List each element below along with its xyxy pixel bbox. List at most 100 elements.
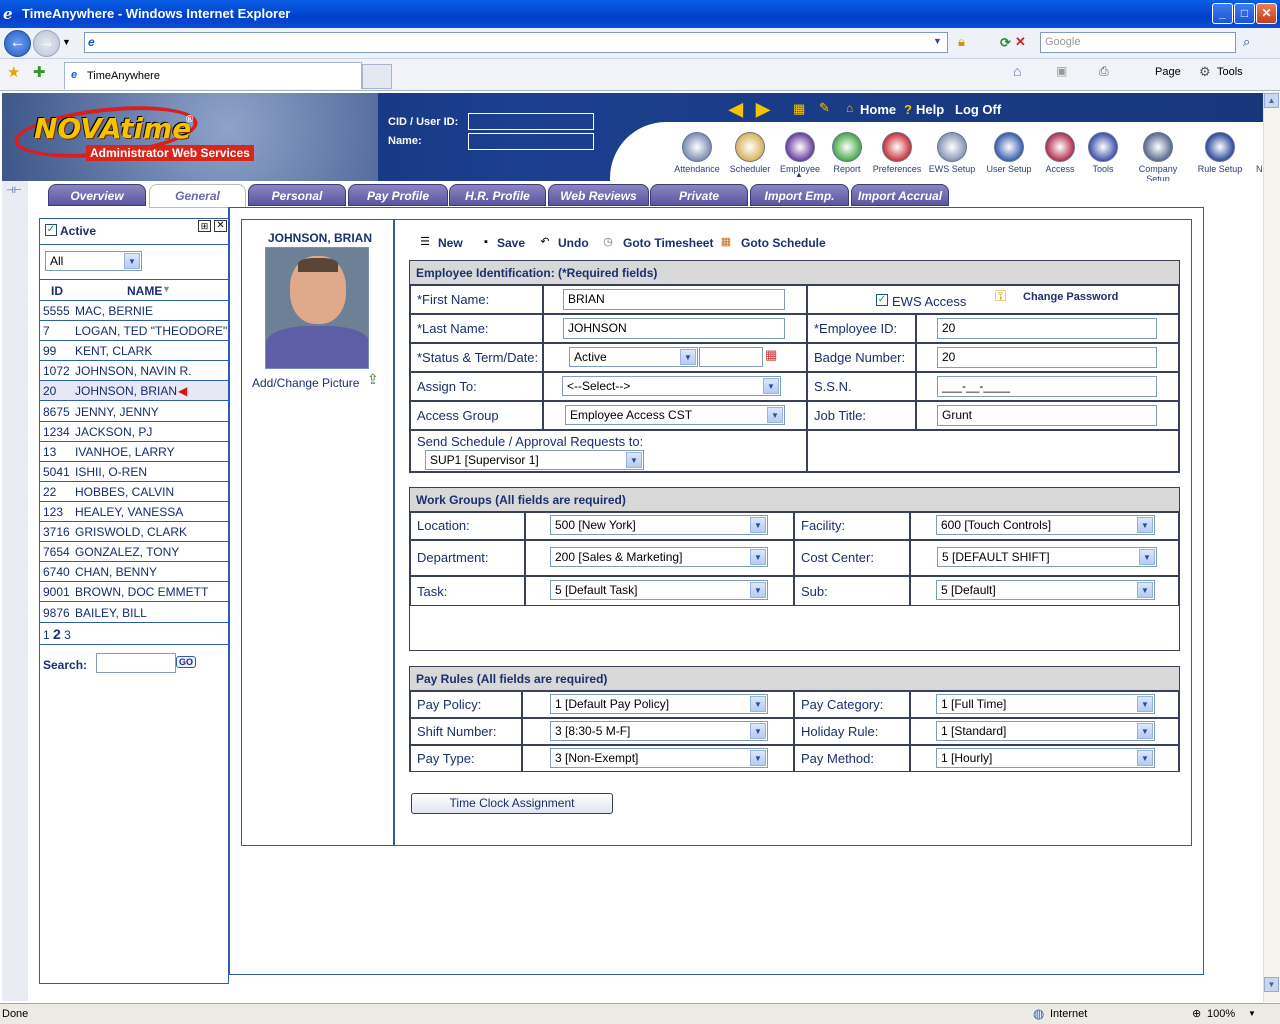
- tab-general[interactable]: General: [149, 184, 246, 208]
- employee-row[interactable]: 3716 GRISWOLD, CLARK: [40, 522, 228, 543]
- edit-icon[interactable]: ✎: [819, 100, 830, 116]
- change-password-link[interactable]: Change Password: [1023, 291, 1118, 303]
- goto-schedule-button[interactable]: Goto Schedule: [741, 236, 826, 250]
- new-tab-button[interactable]: [362, 64, 392, 89]
- search-icon[interactable]: ⌕: [1243, 34, 1250, 50]
- ews-access-checkbox[interactable]: ✓: [876, 294, 888, 306]
- cost-center-select[interactable]: 5 [DEFAULT SHIFT] ▼: [937, 547, 1157, 567]
- access-group-select[interactable]: Employee Access CST ▼: [565, 405, 785, 425]
- feeds-icon[interactable]: ▣: [1056, 64, 1067, 78]
- new-button[interactable]: New: [438, 236, 463, 250]
- employee-row[interactable]: 13 IVANHOE, LARRY: [40, 442, 228, 462]
- time-clock-assignment-button[interactable]: Time Clock Assignment: [411, 793, 613, 814]
- tab-overview[interactable]: Overview: [48, 184, 146, 206]
- page-menu[interactable]: Page: [1155, 66, 1181, 78]
- employee-row[interactable]: 22 HOBBES, CALVIN: [40, 482, 228, 502]
- last-name-input[interactable]: JOHNSON: [563, 318, 785, 339]
- grid-icon[interactable]: ▦: [793, 101, 805, 117]
- tab-h-r-profile[interactable]: H.R. Profile: [449, 184, 546, 206]
- undo-button[interactable]: Undo: [558, 236, 589, 250]
- back-button[interactable]: ←: [4, 30, 31, 57]
- print-icon[interactable]: ⎙: [1099, 64, 1109, 79]
- upload-picture-icon[interactable]: ⇪: [367, 371, 379, 388]
- add-favorites-icon[interactable]: ✚: [33, 63, 46, 81]
- assign-to-select[interactable]: <--Select--> ▼: [562, 376, 781, 396]
- tab-import-emp[interactable]: Import Emp.: [750, 184, 849, 206]
- attendance-icon[interactable]: [682, 132, 712, 162]
- forward-button[interactable]: →: [33, 30, 60, 57]
- shift-number-select[interactable]: 3 [8:30-5 M-F] ▼: [550, 721, 768, 741]
- maximize-button[interactable]: □: [1234, 3, 1255, 24]
- pay-type-select[interactable]: 3 [Non-Exempt] ▼: [550, 748, 768, 768]
- module-label-rule-setup[interactable]: Rule Setup: [1190, 164, 1250, 174]
- first-name-input[interactable]: BRIAN: [563, 289, 785, 310]
- tools-gear-icon[interactable]: ⚙: [1199, 64, 1211, 80]
- department-select[interactable]: 200 [Sales & Marketing] ▼: [550, 547, 768, 567]
- zoom-dropdown-icon[interactable]: ▼: [1248, 1009, 1256, 1018]
- send-schedule-select[interactable]: SUP1 [Supervisor 1] ▼: [425, 450, 644, 470]
- lock-icon[interactable]: 🔒︎: [958, 34, 965, 50]
- scroll-up-icon[interactable]: ▲: [1264, 93, 1279, 108]
- address-dropdown-icon[interactable]: ▼: [933, 36, 942, 46]
- help-link[interactable]: Help: [916, 102, 944, 117]
- location-select[interactable]: 500 [New York] ▼: [550, 515, 768, 535]
- tools-menu[interactable]: Tools: [1217, 66, 1243, 78]
- status-select[interactable]: Active ▼: [569, 347, 698, 367]
- zoom-level[interactable]: 100%: [1207, 1008, 1235, 1020]
- employee-id-input[interactable]: 20: [937, 318, 1157, 339]
- page-scrollbar[interactable]: [1263, 92, 1280, 1002]
- pay-method-select[interactable]: 1 [Hourly] ▼: [936, 748, 1155, 768]
- tools-icon[interactable]: [1088, 132, 1118, 162]
- facility-select[interactable]: 600 [Touch Controls] ▼: [936, 515, 1155, 535]
- id-column-header[interactable]: ID: [51, 284, 63, 298]
- tab-web-reviews[interactable]: Web Reviews: [548, 184, 649, 206]
- collapse-rail-icon[interactable]: ⊣⊢: [6, 185, 22, 196]
- pin-icon[interactable]: ⊞: [198, 220, 211, 232]
- employee-row[interactable]: 1072 JOHNSON, NAVIN R.: [40, 361, 228, 382]
- refresh-icon[interactable]: ⟳: [1000, 35, 1011, 51]
- rule-setup-icon[interactable]: [1205, 132, 1235, 162]
- close-panel-icon[interactable]: ✕: [214, 220, 227, 232]
- home-link[interactable]: Home: [860, 102, 896, 117]
- employee-row[interactable]: 8675 JENNY, JENNY: [40, 402, 228, 422]
- employee-row[interactable]: 99 KENT, CLARK: [40, 341, 228, 362]
- task-select[interactable]: 5 [Default Task] ▼: [550, 580, 768, 600]
- page-link-1[interactable]: 1: [43, 628, 50, 642]
- ews-setup-icon[interactable]: [937, 132, 967, 162]
- close-window-button[interactable]: ✕: [1256, 3, 1277, 24]
- employee-row[interactable]: 5041 ISHII, O-REN: [40, 462, 228, 482]
- save-button[interactable]: Save: [497, 236, 525, 250]
- scheduler-icon[interactable]: [735, 132, 765, 162]
- browser-tab-timeanywhere[interactable]: e TimeAnywhere: [64, 62, 362, 89]
- term-date-input[interactable]: [699, 347, 763, 367]
- tab-pay-profile[interactable]: Pay Profile: [348, 184, 448, 206]
- employee-row[interactable]: 7 LOGAN, TED "THEODORE": [40, 321, 228, 342]
- pay-category-select[interactable]: 1 [Full Time] ▼: [936, 694, 1155, 714]
- active-checkbox[interactable]: ✓: [45, 224, 57, 236]
- goto-timesheet-button[interactable]: Goto Timesheet: [623, 236, 713, 250]
- ssn-input[interactable]: ___-__-____: [937, 376, 1157, 397]
- employee-row[interactable]: 9001 BROWN, DOC EMMETT: [40, 582, 228, 603]
- minimize-button[interactable]: _: [1212, 3, 1233, 24]
- employee-row[interactable]: 123 HEALEY, VANESSA: [40, 502, 228, 522]
- logoff-link[interactable]: Log Off: [955, 102, 1001, 117]
- employee-icon[interactable]: [785, 132, 815, 162]
- calendar-icon[interactable]: ▦: [765, 347, 777, 363]
- report-icon[interactable]: [832, 132, 862, 162]
- employee-row[interactable]: 20 JOHNSON, BRIAN ◀: [40, 381, 228, 402]
- tab-personal[interactable]: Personal: [248, 184, 346, 206]
- employee-filter-select[interactable]: All ▼: [45, 251, 142, 271]
- employee-row[interactable]: 9876 BAILEY, BILL: [40, 603, 228, 623]
- module-label-preferences[interactable]: Preferences: [867, 164, 927, 174]
- back-arrow-icon[interactable]: ◀: [729, 99, 743, 120]
- history-dropdown-icon[interactable]: ▼: [62, 37, 71, 47]
- module-label-tools[interactable]: Tools: [1073, 164, 1133, 174]
- home-browser-icon[interactable]: ⌂: [1013, 63, 1021, 79]
- module-label-ews-setup[interactable]: EWS Setup: [922, 164, 982, 174]
- job-title-input[interactable]: Grunt: [937, 405, 1157, 426]
- tab-private-messages[interactable]: Private Messages: [650, 184, 748, 225]
- scroll-down-icon[interactable]: ▼: [1264, 977, 1279, 992]
- name-column-header[interactable]: NAME: [127, 284, 162, 298]
- holiday-rule-select[interactable]: 1 [Standard] ▼: [936, 721, 1155, 741]
- page-link-2-current[interactable]: 2: [53, 626, 61, 642]
